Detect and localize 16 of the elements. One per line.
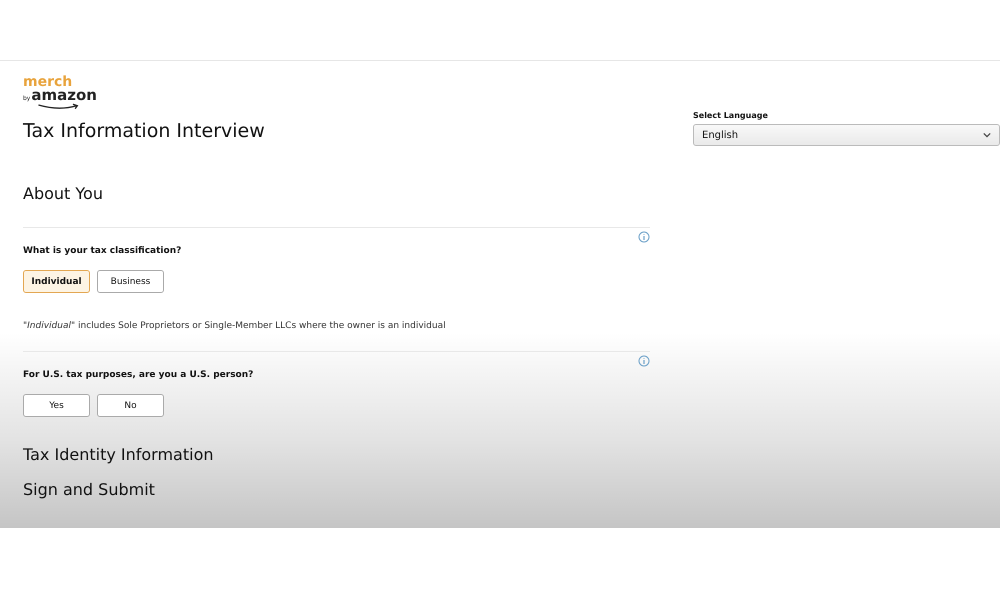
hint-text: "Individual" includes Sole Proprietors or Single-Member LLCs where the owner is an individual [23, 321, 447, 331]
page-title: Tax Information Interview [23, 120, 266, 142]
question-label: For U.S. tax purposes, are you a U.S. person? [23, 370, 254, 380]
language-select[interactable]: English [693, 124, 1000, 146]
caret-icon [983, 132, 991, 138]
info-icon[interactable] [638, 231, 650, 243]
section-heading: Tax Identity Information [23, 445, 215, 464]
info-icon[interactable] [638, 355, 650, 367]
question-label: What is your tax classification? [23, 246, 182, 256]
option-button[interactable]: Business [97, 270, 164, 293]
option-button[interactable]: Yes [23, 394, 90, 417]
section-heading: About You [23, 184, 104, 203]
language-label: Select Language [693, 111, 769, 120]
section-heading: Sign and Submit [23, 480, 156, 499]
option-button[interactable]: No [97, 394, 164, 417]
option-button[interactable]: Individual [23, 270, 90, 293]
